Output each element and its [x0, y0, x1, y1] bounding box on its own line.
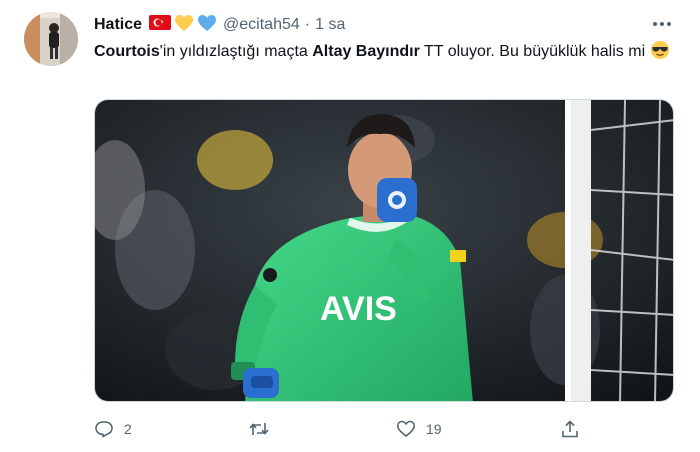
heart-icon	[397, 420, 415, 437]
more-icon	[653, 22, 671, 26]
reply-button[interactable]: 2	[94, 414, 132, 444]
avatar-photo	[24, 12, 78, 66]
tweet-actions: 2 19	[94, 414, 594, 444]
avatar[interactable]	[24, 12, 78, 66]
sunglasses-emoji-icon	[650, 40, 670, 68]
blue-heart-icon	[197, 14, 217, 37]
mention-courtois[interactable]: Courtois	[94, 43, 160, 60]
tweet-header: Hatice @ecitah54 · 1 sa	[94, 14, 345, 36]
share-button[interactable]	[560, 414, 580, 444]
retweet-icon	[249, 423, 269, 435]
share-icon	[562, 420, 578, 438]
goalkeeper-photo: AVIS	[95, 100, 673, 401]
reply-icon	[95, 421, 113, 438]
tweet-card[interactable]: Hatice @ecitah54 · 1 sa Courtois'in yıld…	[0, 0, 700, 452]
tweet-text-segment: TT oluyor. Bu büyüklük halis mi	[419, 43, 650, 60]
reply-count: 2	[124, 421, 132, 437]
retweet-button[interactable]	[248, 414, 280, 444]
more-options-button[interactable]	[650, 14, 674, 34]
tweet-time[interactable]: 1 sa	[315, 16, 345, 34]
author-handle[interactable]: @ecitah54	[223, 16, 300, 34]
author-name[interactable]: Hatice	[94, 16, 142, 34]
tweet-text-segment: 'in yıldızlaştığı maçta	[159, 43, 313, 60]
author-badges	[149, 14, 217, 37]
turkey-flag-icon	[149, 15, 172, 35]
separator-dot: ·	[304, 16, 311, 33]
tweet-text: Courtois'in yıldızlaştığı maçta Altay Ba…	[94, 40, 674, 68]
yellow-heart-icon	[174, 14, 194, 37]
jersey-sponsor-text: AVIS	[320, 290, 397, 328]
mention-altay[interactable]: Altay Bayındır	[312, 43, 420, 60]
like-button[interactable]: 19	[396, 414, 442, 444]
tweet-media-photo[interactable]: AVIS	[94, 99, 674, 402]
like-count: 19	[426, 421, 442, 437]
